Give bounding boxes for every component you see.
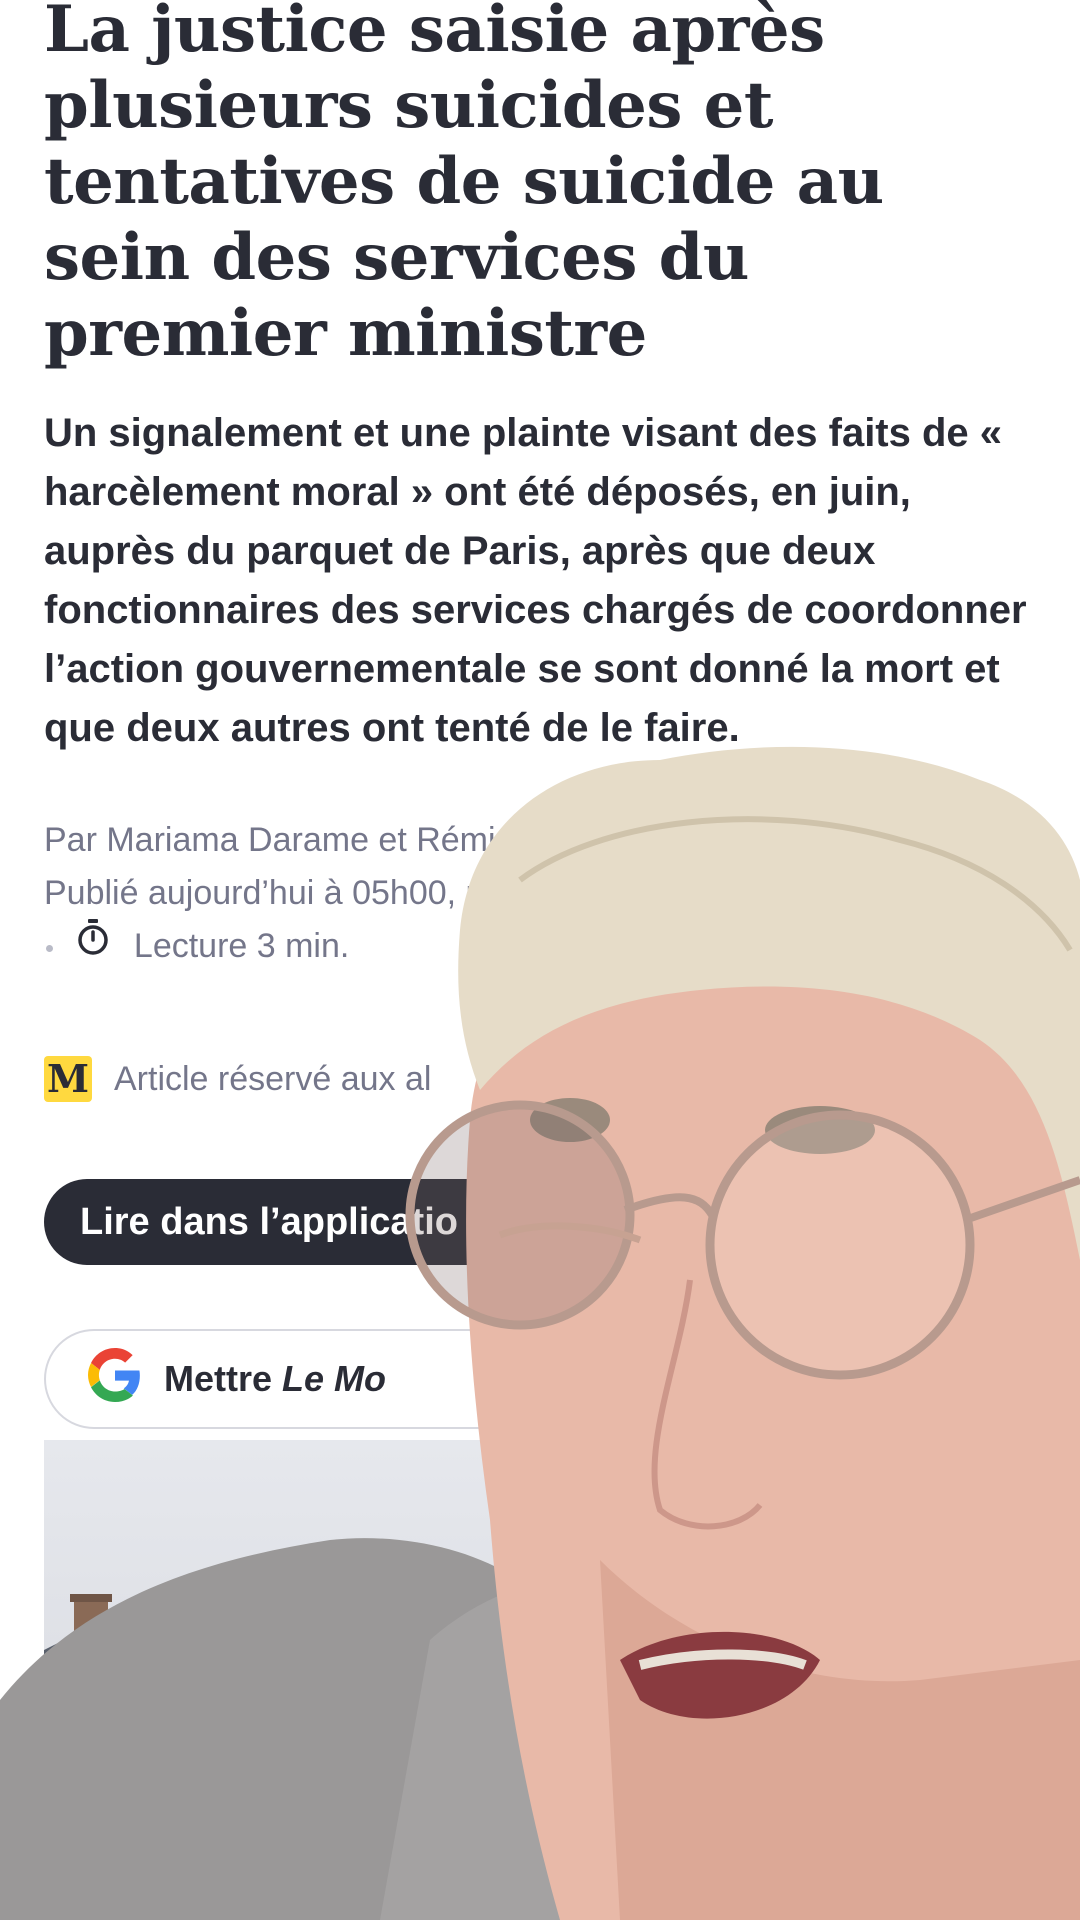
- reading-time: Lecture 3 min.: [133, 927, 350, 965]
- reading-time-row: Lecture 3 min.: [44, 918, 1034, 973]
- separator-dot: [46, 944, 53, 952]
- le-monde-logo-icon: M: [44, 1056, 92, 1102]
- google-preferred-source-button[interactable]: Mettre Le Mo: [44, 1329, 684, 1429]
- subscriber-label: Article réservé aux al: [114, 1060, 432, 1098]
- google-button-prefix: Mettre: [164, 1358, 273, 1399]
- google-g-icon: [88, 1347, 142, 1411]
- building-roof-image: [44, 1594, 204, 1820]
- publish-date: Publié aujourd’hui à 05h00, modifié: [44, 874, 576, 912]
- byline[interactable]: Par Mariama Darame et Rémi Dupré: [44, 814, 1034, 867]
- timer-icon: [76, 918, 110, 972]
- article-meta: Par Mariama Darame et Rémi Dupré Publié …: [44, 814, 1034, 973]
- read-in-app-label: Lire dans l’applicatio: [80, 1200, 458, 1243]
- google-button-brand: Le Mo: [282, 1358, 387, 1399]
- article-photo: [44, 1440, 1080, 1820]
- read-in-app-button[interactable]: Lire dans l’applicatio: [44, 1179, 664, 1265]
- subscriber-notice: M Article réservé aux al: [44, 1055, 1034, 1103]
- article-headline: La justice saisie après plusieurs suicid…: [44, 0, 884, 371]
- article-lead: Un signalement et une plainte visant des…: [44, 411, 1027, 750]
- article: La justice saisie après plusieurs suicid…: [44, 0, 1034, 1429]
